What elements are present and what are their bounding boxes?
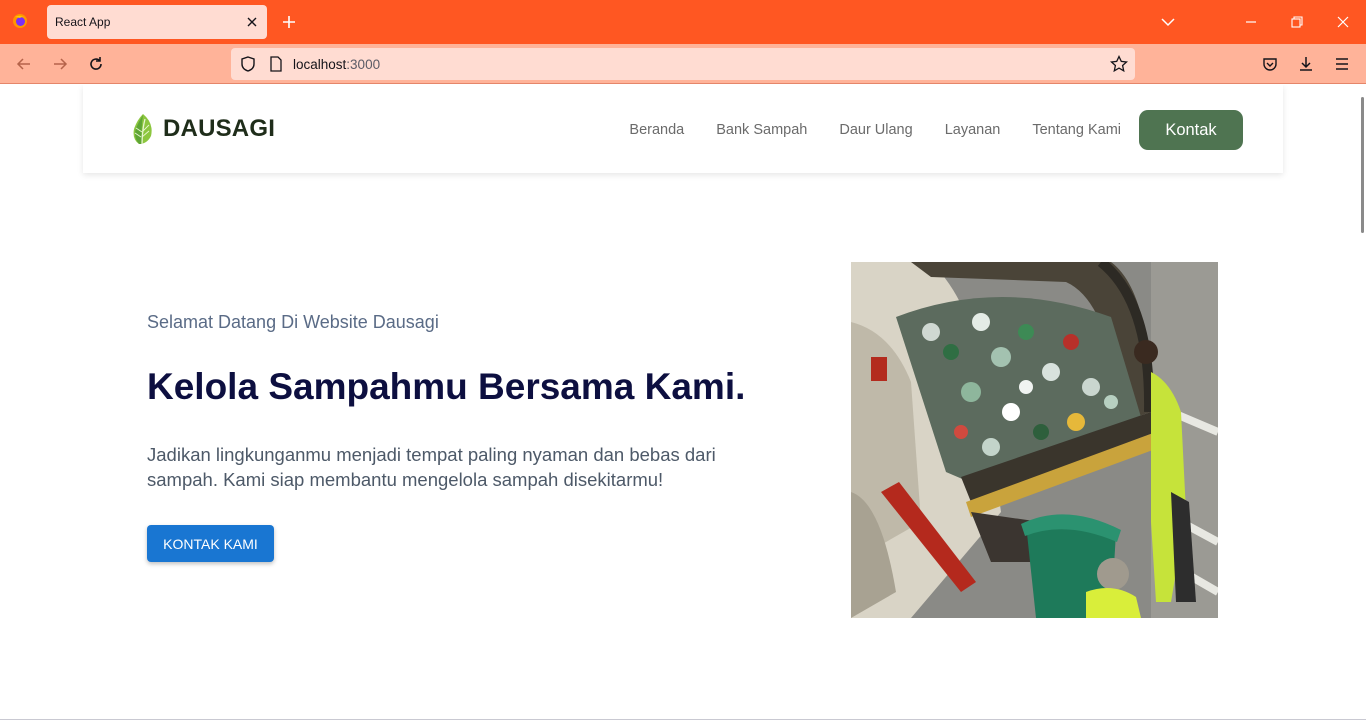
hero-title: Kelola Sampahmu Bersama Kami. [147, 366, 746, 407]
address-bar[interactable]: localhost:3000 [231, 48, 1135, 80]
main-nav: Beranda Bank Sampah Daur Ulang Layanan T… [629, 110, 1243, 150]
browser-titlebar: React App [0, 0, 1366, 44]
url-text[interactable]: localhost:3000 [293, 57, 380, 72]
menu-icon[interactable] [1332, 54, 1352, 74]
back-icon[interactable] [14, 54, 34, 74]
nav-daur-ulang[interactable]: Daur Ulang [839, 122, 912, 138]
tab-list-icon[interactable] [1158, 12, 1178, 32]
firefox-icon [13, 14, 27, 28]
new-tab-icon[interactable] [280, 13, 298, 31]
contact-us-button[interactable]: KONTAK KAMI [147, 525, 274, 562]
close-window-icon[interactable] [1333, 12, 1353, 32]
shield-icon[interactable] [238, 54, 258, 74]
contact-button[interactable]: Kontak [1139, 110, 1243, 150]
nav-bank-sampah[interactable]: Bank Sampah [716, 122, 807, 138]
brand-name: DAUSAGI [163, 115, 276, 142]
site-header: DAUSAGI Beranda Bank Sampah Daur Ulang L… [83, 85, 1283, 173]
downloads-icon[interactable] [1296, 54, 1316, 74]
reload-icon[interactable] [86, 54, 106, 74]
bookmark-star-icon[interactable] [1109, 54, 1129, 74]
nav-tentang-kami[interactable]: Tentang Kami [1032, 122, 1121, 138]
page-scrollbar[interactable] [1361, 97, 1364, 233]
section-divider [0, 719, 1366, 720]
nav-beranda[interactable]: Beranda [629, 122, 684, 138]
hero-description: Jadikan lingkunganmu menjadi tempat pali… [147, 444, 716, 490]
minimize-icon[interactable] [1241, 12, 1261, 32]
browser-tab[interactable]: React App [47, 5, 267, 39]
restore-icon[interactable] [1287, 12, 1307, 32]
web-page: DAUSAGI Beranda Bank Sampah Daur Ulang L… [0, 85, 1366, 722]
page-icon[interactable] [266, 54, 286, 74]
browser-toolbar: localhost:3000 [0, 44, 1366, 84]
leaf-logo-icon [133, 114, 152, 145]
nav-layanan[interactable]: Layanan [945, 122, 1001, 138]
tab-title: React App [55, 15, 111, 29]
pocket-icon[interactable] [1260, 54, 1280, 74]
forward-icon[interactable] [50, 54, 70, 74]
garbage-truck-image [851, 262, 1218, 618]
hero-subtitle: Selamat Datang Di Website Dausagi [147, 312, 439, 332]
close-tab-icon[interactable] [243, 13, 261, 31]
brand[interactable]: DAUSAGI [129, 111, 275, 147]
